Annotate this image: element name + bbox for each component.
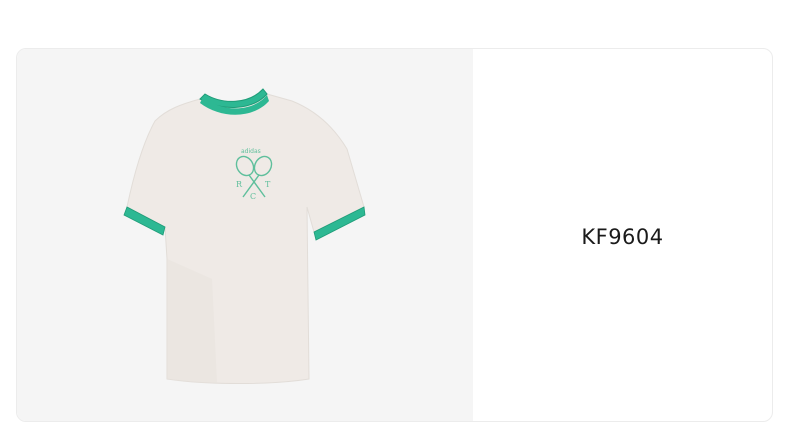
crest-letter-t: T: [265, 180, 271, 189]
tshirt-image: adidas R T C: [123, 88, 366, 384]
crest-letter-c: C: [250, 192, 256, 201]
product-code: KF9604: [581, 225, 664, 249]
product-card[interactable]: adidas R T C KF9604: [16, 48, 773, 422]
crest-letter-r: R: [236, 180, 243, 189]
product-image[interactable]: adidas R T C: [17, 49, 473, 421]
product-info-panel: KF9604: [473, 49, 772, 421]
brand-wordmark: adidas: [241, 148, 261, 155]
